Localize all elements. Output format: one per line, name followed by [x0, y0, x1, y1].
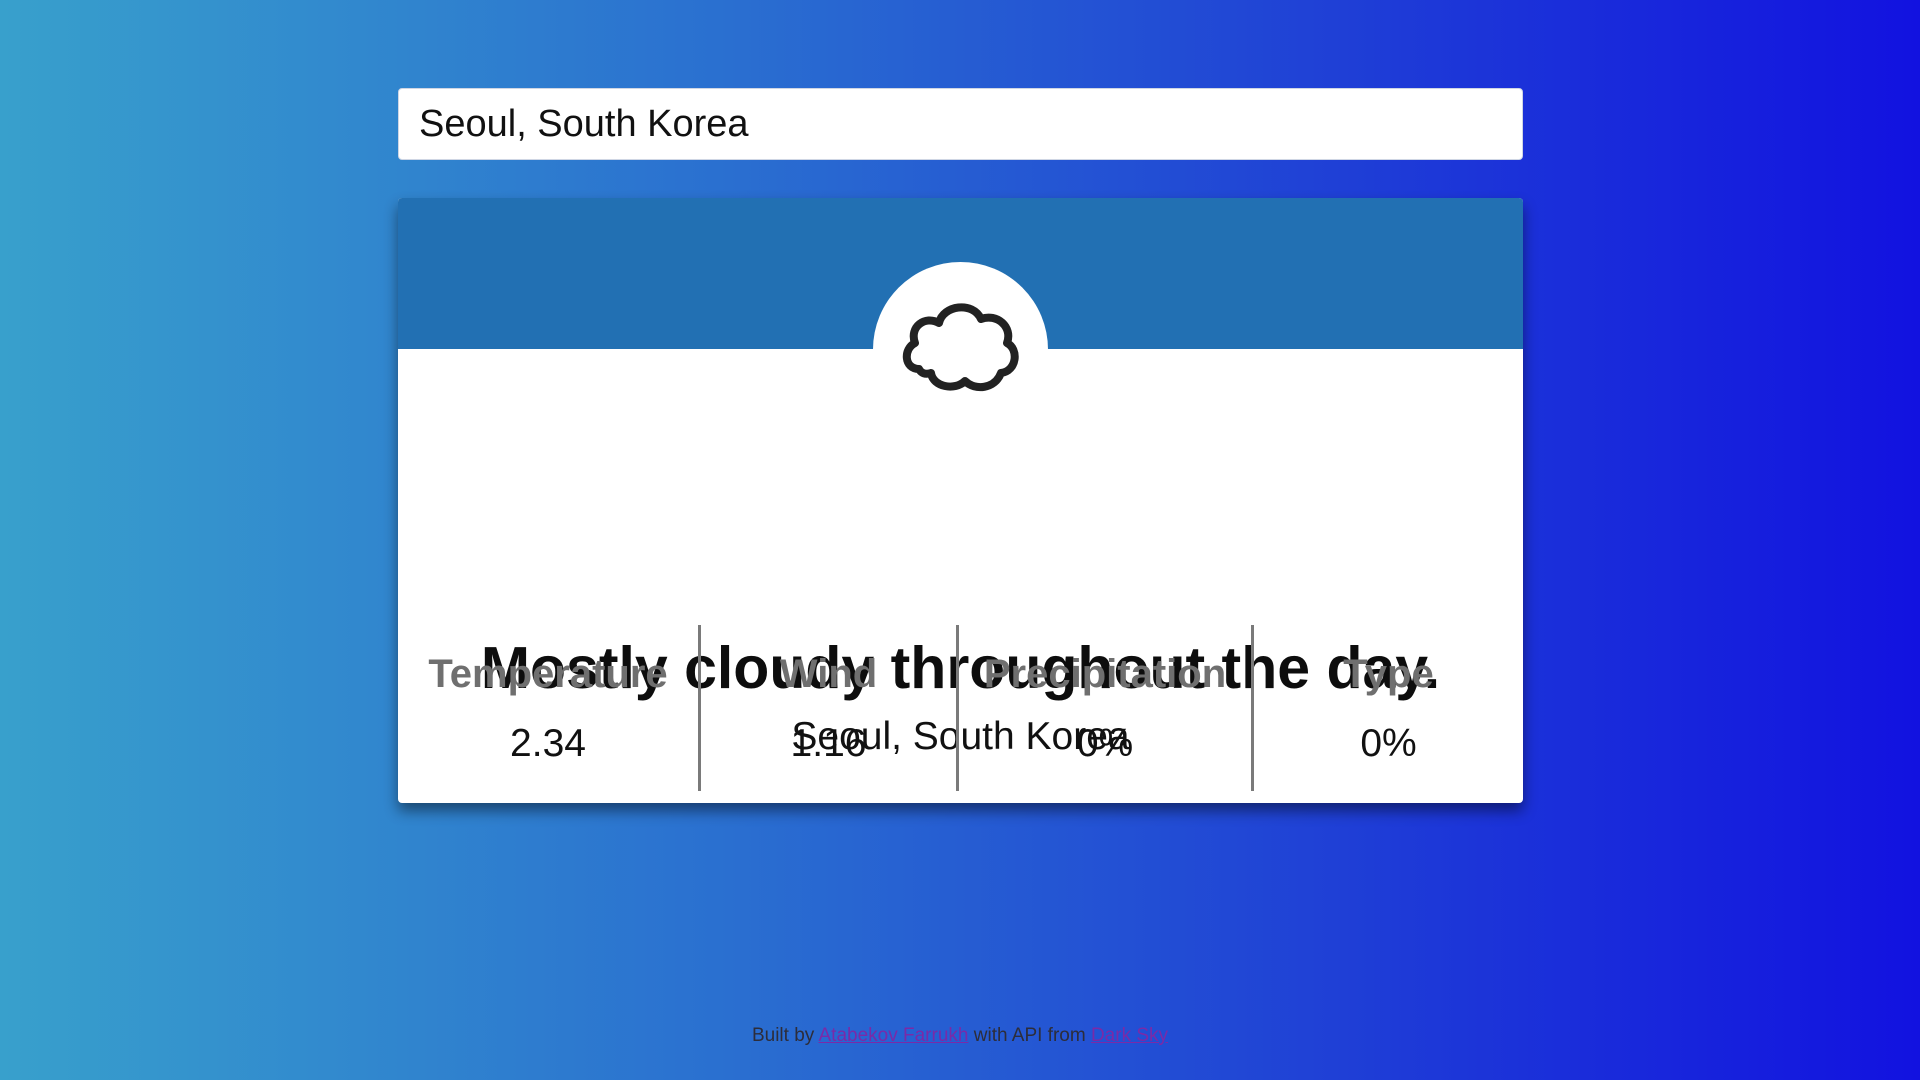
- dark-sky-link[interactable]: Dark Sky: [1091, 1025, 1168, 1046]
- weather-stats: Temperature 2.34 Wind 1.16 Precipitation…: [398, 625, 1523, 791]
- footer-built-by: Built by: [751, 1025, 815, 1046]
- stat-value: 0%: [1360, 722, 1417, 765]
- stat-wind: Wind 1.16: [701, 625, 956, 791]
- cloud-icon: [902, 302, 1019, 391]
- search-container: [398, 88, 1523, 160]
- footer-middle-text: with API from: [973, 1025, 1086, 1046]
- stat-value: 0%: [1076, 722, 1134, 765]
- stat-value: 1.16: [790, 722, 867, 765]
- stat-label: Wind: [779, 652, 878, 696]
- author-link[interactable]: Atabekov Farrukh: [819, 1025, 969, 1046]
- weather-icon-badge: [873, 262, 1048, 437]
- stat-type: Type 0%: [1254, 625, 1523, 791]
- stat-value: 2.34: [510, 722, 586, 765]
- footer: Built by Atabekov Farrukh with API from …: [0, 1025, 1920, 1047]
- stat-label: Precipitation: [983, 652, 1227, 696]
- stat-label: Type: [1343, 652, 1434, 696]
- stat-temperature: Temperature 2.34: [398, 625, 698, 791]
- stat-label: Temperature: [428, 652, 668, 696]
- stat-precipitation: Precipitation 0%: [959, 625, 1251, 791]
- location-search-input[interactable]: [398, 88, 1523, 160]
